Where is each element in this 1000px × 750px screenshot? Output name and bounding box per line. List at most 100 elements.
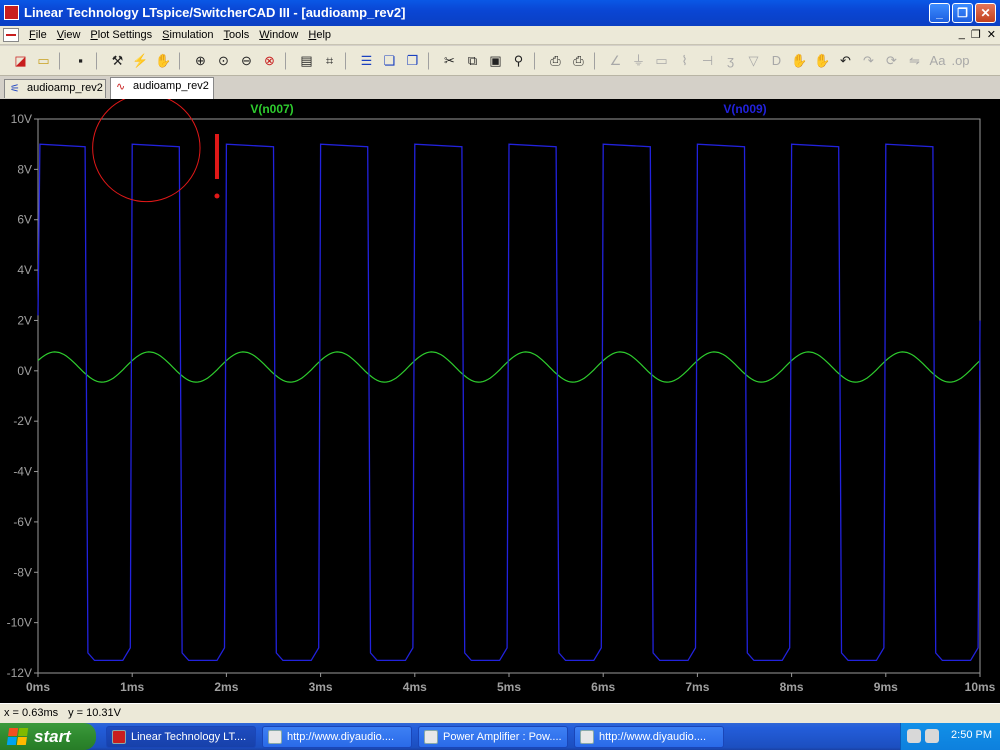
windows-logo-icon [6,728,29,745]
taskbar-item-browser-1[interactable]: http://www.diyaudio.... [262,726,412,748]
ground-icon[interactable]: ⏚ [628,50,649,72]
y-tick-label: -6V [13,515,32,529]
toolbar-separator [594,52,600,70]
minimize-button[interactable]: _ [929,3,950,23]
waveform-plot-pane[interactable]: 10V 8V 6V 4V 2V 0V -2V -4V -6V -8V -10V -12V 0ms 1ms 2… [0,99,1000,703]
menu-window[interactable]: Window [254,28,303,43]
tab-schematic[interactable]: ⚟ audioamp_rev2 [4,79,106,98]
x-tick-label: 1ms [120,680,144,694]
cascade-icon[interactable]: ❏ [379,50,400,72]
taskbar-item-label: Linear Technology LT.... [131,731,247,743]
waveform-chart[interactable]: 10V 8V 6V 4V 2V 0V -2V -4V -6V -8V -10V -12V0ms 1ms 2… [0,99,1000,703]
cancel-zoom-icon[interactable]: ⊗ [259,50,280,72]
capacitor-icon[interactable]: ⊣ [697,50,718,72]
x-tick-label: 6ms [591,680,615,694]
menu-file[interactable]: File [24,28,52,43]
title-bar[interactable]: Linear Technology LTspice/SwitcherCAD II… [0,0,1000,26]
status-bar: x = 0.63ms y = 10.31V [0,703,1000,723]
system-tray: 2:50 PM [900,723,1000,750]
print-setup-icon[interactable]: ⎙ [545,50,566,72]
undo-icon[interactable]: ↶ [835,50,856,72]
annotation-circle [92,99,201,203]
zoom-out-icon[interactable]: ⊖ [236,50,257,72]
windows-taskbar: start Linear Technology LT.... http://ww… [0,723,1000,750]
tray-icon[interactable] [907,729,921,743]
find-icon[interactable]: ⚲ [508,50,529,72]
mdi-close-button[interactable]: ✕ [987,28,996,41]
tray-icon[interactable] [925,729,939,743]
text-icon[interactable]: Aa [927,50,948,72]
toolbar-separator [534,52,540,70]
drag-icon[interactable]: ✋ [812,50,833,72]
paste-icon[interactable]: ▣ [485,50,506,72]
spice-directive-icon[interactable]: .op [950,50,971,72]
y-tick-label: 0V [17,364,32,378]
start-label: start [34,727,71,746]
mirror-icon[interactable]: ⇋ [904,50,925,72]
mdi-minimize-button[interactable]: _ [959,28,965,41]
ltspice-window: Linear Technology LTspice/SwitcherCAD II… [0,0,1000,750]
inductor-icon[interactable]: ʒ [720,50,741,72]
y-tick-label: 8V [17,162,32,176]
open-icon[interactable]: ▭ [33,50,54,72]
resistor-icon[interactable]: ⌇ [674,50,695,72]
autorange-icon[interactable]: ▤ [296,50,317,72]
internet-explorer-icon [580,730,594,744]
zoom-in-icon[interactable]: ⊕ [190,50,211,72]
menu-simulation[interactable]: Simulation [157,28,218,43]
menu-tools[interactable]: Tools [219,28,255,43]
new-schematic-icon[interactable]: ◪ [10,50,31,72]
label-icon[interactable]: ▭ [651,50,672,72]
toolbar-separator [59,52,65,70]
menu-view[interactable]: View [52,28,86,43]
close-button[interactable]: ✕ [975,3,996,23]
cut-icon[interactable]: ✂ [439,50,460,72]
tab-waveform[interactable]: ∿ audioamp_rev2 [110,77,214,99]
taskbar-item-ltspice[interactable]: Linear Technology LT.... [106,726,256,748]
y-tick-label: -10V [7,616,32,630]
print-icon[interactable]: ⎙ [568,50,589,72]
x-tick-label: 8ms [780,680,804,694]
control-panel-icon[interactable]: ⚒ [107,50,128,72]
tab-label: audioamp_rev2 [27,82,103,94]
legend-v-n007: V(n007) [250,102,293,116]
redo-icon[interactable]: ↷ [858,50,879,72]
taskbar-item-browser-3[interactable]: http://www.diyaudio.... [574,726,724,748]
x-tick-label: 4ms [403,680,427,694]
taskbar-item-label: http://www.diyaudio.... [287,731,394,743]
y-tick-label: -12V [7,666,32,680]
x-tick-label: 2ms [214,680,238,694]
waveform-document-icon[interactable] [3,28,19,42]
y-tick-label: 10V [11,112,32,126]
taskbar-item-browser-2[interactable]: Power Amplifier : Pow.... [418,726,568,748]
cursor-y-readout: y = 10.31V [68,707,122,719]
x-tick-label: 10ms [965,680,996,694]
run-icon[interactable]: ⚡ [130,50,151,72]
zoom-extent-icon[interactable]: ⊙ [213,50,234,72]
wire-icon[interactable]: ∠ [605,50,626,72]
pick-visible-traces-icon[interactable]: ⌗ [319,50,340,72]
taskbar-item-label: http://www.diyaudio.... [599,731,706,743]
menu-help[interactable]: Help [303,28,336,43]
maximize-button[interactable]: ❐ [952,3,973,23]
waveform-icon: ∿ [116,81,126,93]
tab-label: audioamp_rev2 [133,80,209,92]
halt-icon[interactable]: ✋ [153,50,174,72]
start-button[interactable]: start [0,723,96,750]
document-tabs: ⚟ audioamp_rev2 ∿ audioamp_rev2 [0,77,1000,99]
component-icon[interactable]: D [766,50,787,72]
toolbar-separator [179,52,185,70]
y-tick-label: 6V [17,213,32,227]
annotation-exclamation-bar [214,134,219,179]
x-tick-label: 5ms [497,680,521,694]
menu-plot-settings[interactable]: Plot Settings [85,28,157,43]
copy-icon[interactable]: ⧉ [462,50,483,72]
move-icon[interactable]: ✋ [789,50,810,72]
tile-horizontal-icon[interactable]: ☰ [356,50,377,72]
diode-icon[interactable]: ▽ [743,50,764,72]
tile-vertical-icon[interactable]: ❐ [402,50,423,72]
rotate-icon[interactable]: ⟳ [881,50,902,72]
save-icon[interactable]: ▪ [70,50,91,72]
window-title: Linear Technology LTspice/SwitcherCAD II… [24,5,406,20]
mdi-restore-button[interactable]: ❐ [971,28,981,41]
